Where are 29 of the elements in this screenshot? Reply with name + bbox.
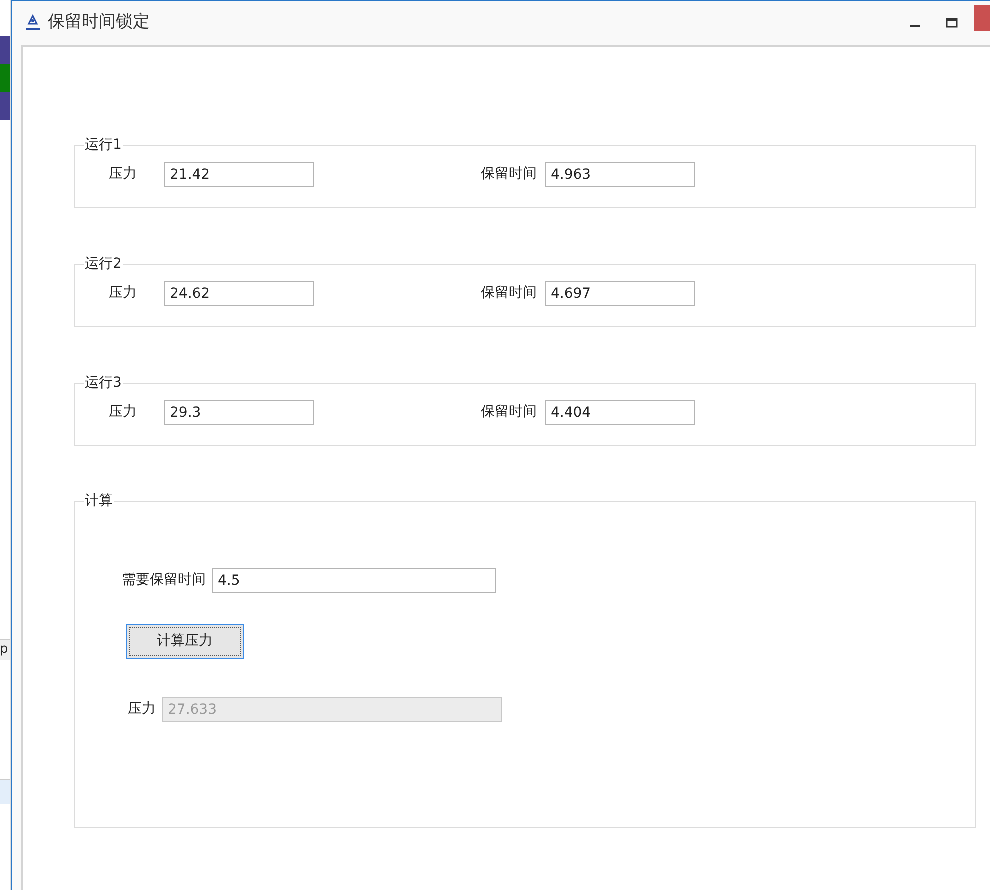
group-title: 运行2: [84, 255, 123, 274]
text-field[interactable]: 4.963: [545, 162, 695, 187]
minimize-icon[interactable]: [910, 25, 920, 29]
calculate-button[interactable]: 计算压力: [126, 624, 244, 659]
text-field[interactable]: 21.42: [164, 162, 314, 187]
toolbar-tile: [0, 64, 10, 92]
text-field[interactable]: 29.3: [164, 400, 314, 425]
toolbar-tile: [0, 92, 10, 120]
logo-icon: [24, 14, 42, 32]
field-label: 压力: [109, 165, 138, 184]
text-field[interactable]: 4.404: [545, 400, 695, 425]
field-label: 保留时间: [481, 403, 537, 422]
maximize-icon[interactable]: [946, 18, 958, 28]
field-label: 压力: [128, 700, 156, 719]
group-title: 运行3: [84, 374, 123, 393]
group-title: 计算: [84, 492, 114, 511]
text-field[interactable]: 4.697: [545, 281, 695, 306]
cut-text: p: [0, 640, 10, 660]
window-title: 保留时间锁定: [48, 11, 150, 34]
text-field[interactable]: 24.62: [164, 281, 314, 306]
group-title: 运行1: [84, 136, 123, 155]
field-label: 保留时间: [481, 165, 537, 184]
field-label: 需要保留时间: [122, 571, 206, 590]
field-label: 保留时间: [481, 284, 537, 303]
field-label: 压力: [109, 403, 138, 422]
selected-row: [0, 780, 10, 804]
field-label: 压力: [109, 284, 138, 303]
text-field[interactable]: 4.5: [212, 568, 496, 593]
toolbar-tile: [0, 36, 10, 64]
